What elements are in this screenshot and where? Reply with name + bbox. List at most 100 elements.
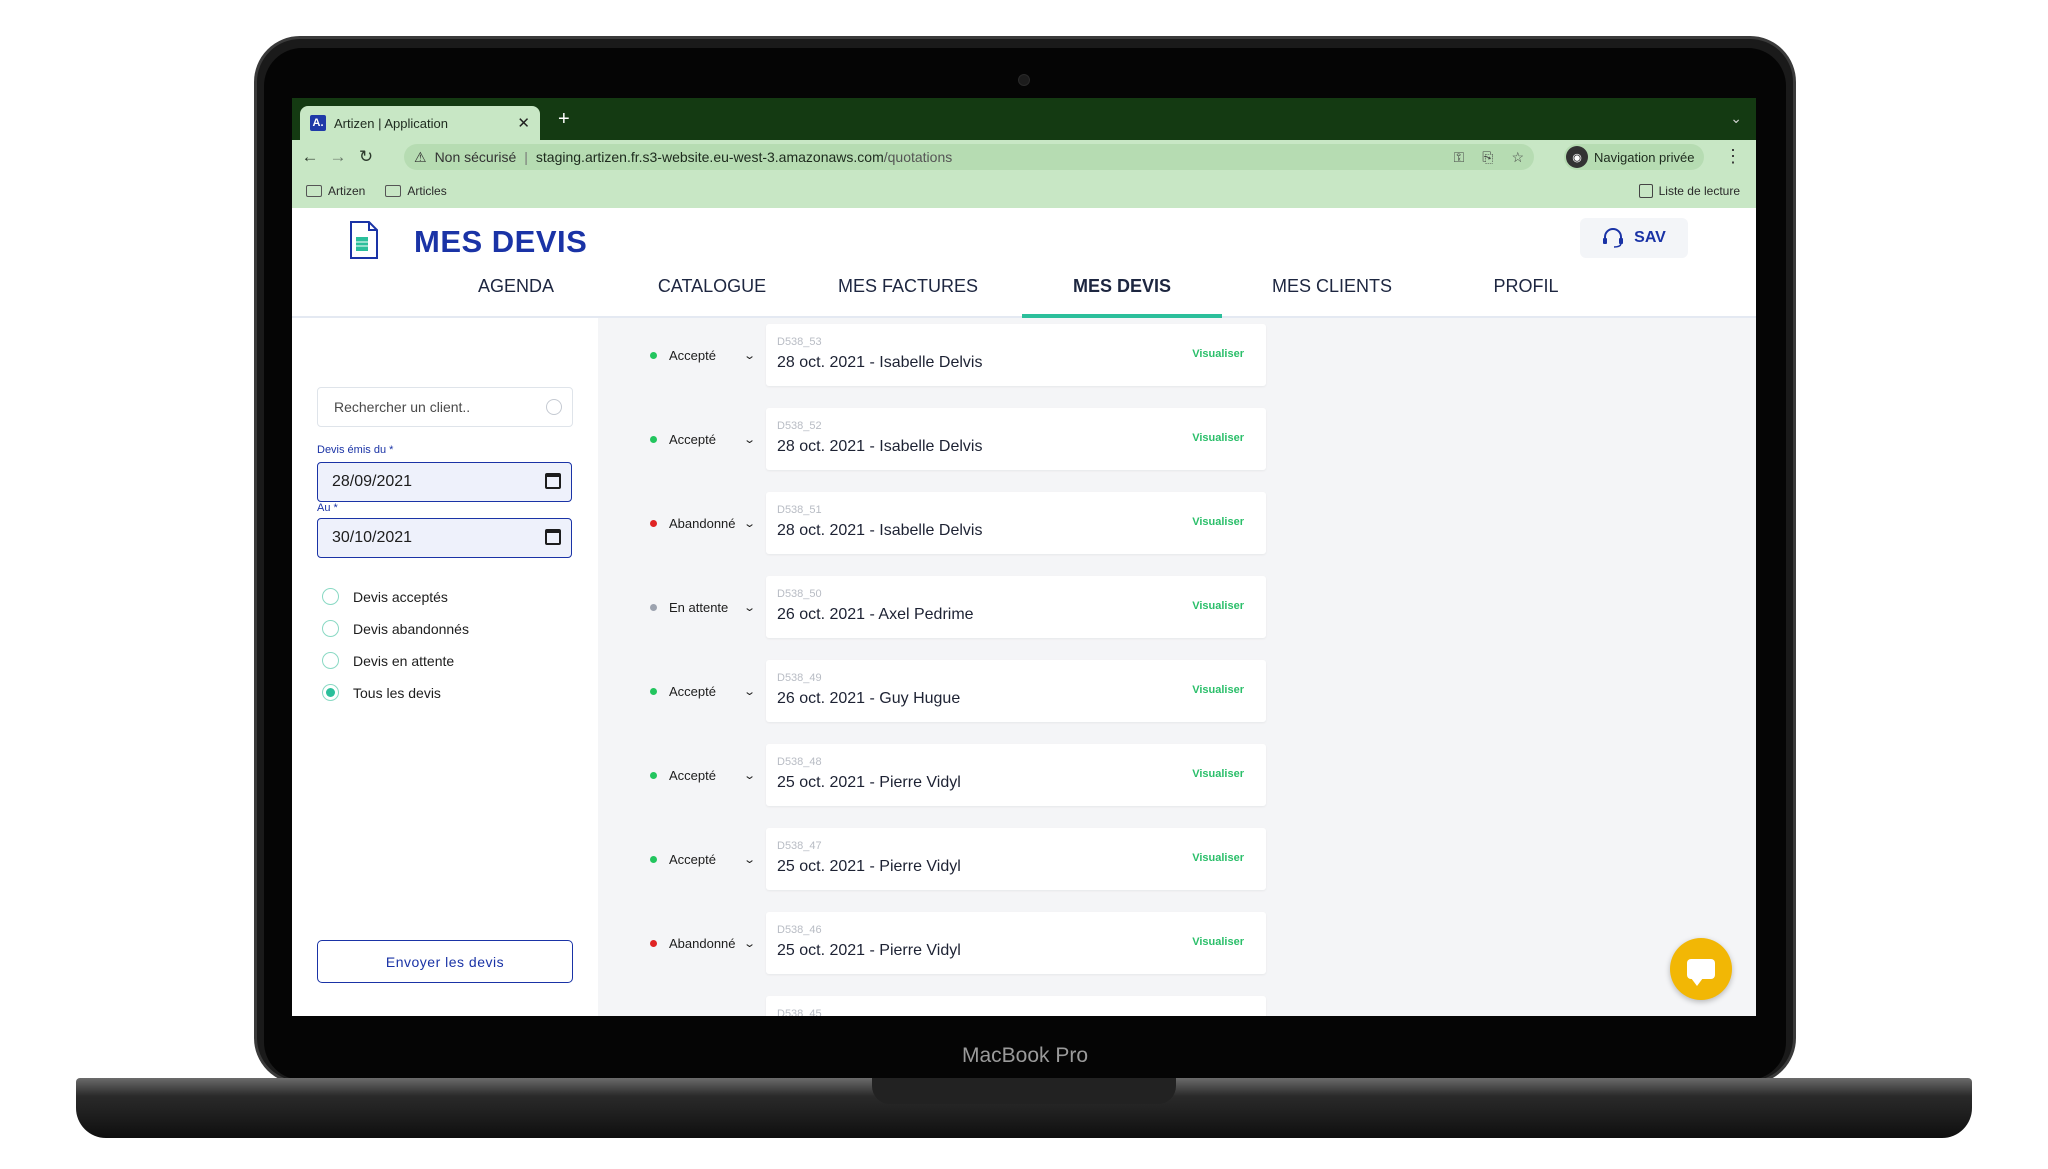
- view-link[interactable]: Visualiser: [1192, 852, 1244, 864]
- calendar-icon[interactable]: [545, 473, 561, 489]
- quote-ref: D538_47: [777, 840, 822, 852]
- quote-card[interactable]: D538_51 28 oct. 2021 - Isabelle Delvis Vis…: [766, 492, 1266, 554]
- quote-title: 26 oct. 2021 - Axel Pedrime: [777, 606, 974, 623]
- quote-row: Accepté ⌄ D538_52 28 oct. 2021 - Isabelle …: [598, 408, 1756, 470]
- quote-ref: D538_49: [777, 672, 822, 684]
- main-nav: AGENDA CATALOGUE MES FACTURES MES DEVIS …: [432, 254, 1592, 318]
- chat-icon: [1687, 959, 1715, 986]
- send-quotes-button[interactable]: Envoyer les devis: [317, 940, 573, 983]
- quote-title: 25 oct. 2021 - Pierre Vidyl: [777, 774, 961, 791]
- sav-label: SAV: [1634, 229, 1666, 246]
- browser-tab[interactable]: A. Artizen | Application ✕: [300, 106, 540, 140]
- browser-toolbar: ← → ↻ ⚠ Non sécurisé | staging.artizen.f…: [292, 140, 1756, 174]
- status-label: Abandonné: [669, 516, 735, 531]
- status-select[interactable]: Accepté ⌄: [650, 348, 756, 363]
- address-bar[interactable]: ⚠ Non sécurisé | staging.artizen.fr.s3-w…: [404, 144, 1534, 170]
- calendar-icon[interactable]: [545, 529, 561, 545]
- translate-icon[interactable]: ⎘: [1482, 149, 1493, 166]
- client-search-input[interactable]: Rechercher un client..: [317, 387, 573, 427]
- reading-list-icon: [1638, 184, 1653, 198]
- quote-row: Abandonné ⌄ D538_51 28 oct. 2021 - Isabell…: [598, 492, 1756, 554]
- status-dot: [650, 604, 657, 611]
- quote-ref: D538_52: [777, 420, 822, 432]
- radio-circle: [322, 652, 339, 669]
- quote-card[interactable]: D538_49 26 oct. 2021 - Guy Hugue Visualise…: [766, 660, 1266, 722]
- tab-agenda[interactable]: AGENDA: [432, 254, 600, 318]
- status-dot: [650, 772, 657, 779]
- quote-row: En attente ⌄ D538_50 26 oct. 2021 - Axel P…: [598, 576, 1756, 638]
- status-label: Accepté: [669, 684, 716, 699]
- quote-row: Accepté ⌄ D538_53 28 oct. 2021 - Isabelle …: [598, 324, 1756, 386]
- status-select[interactable]: Accepté ⌄: [650, 684, 756, 699]
- status-select[interactable]: Abandonné ⌄: [650, 936, 756, 951]
- quote-card[interactable]: D538_48 25 oct. 2021 - Pierre Vidyl Visual…: [766, 744, 1266, 806]
- radio-pending[interactable]: Devis en attente: [322, 652, 454, 669]
- search-placeholder: Rechercher un client..: [334, 399, 471, 415]
- radio-all[interactable]: Tous les devis: [322, 684, 441, 701]
- quote-title: 28 oct. 2021 - Isabelle Delvis: [777, 522, 983, 539]
- radio-label: Devis en attente: [353, 652, 455, 669]
- new-tab-icon[interactable]: +: [558, 108, 570, 131]
- from-date-field[interactable]: 28/09/2021: [317, 462, 572, 502]
- status-label: Accepté: [669, 768, 716, 783]
- status-dot: [650, 520, 657, 527]
- chevron-down-icon: ⌄: [742, 938, 756, 950]
- quote-card[interactable]: D538_53 28 oct. 2021 - Isabelle Delvis Vis…: [766, 324, 1266, 386]
- star-icon[interactable]: ☆: [1511, 149, 1524, 166]
- quote-card[interactable]: D538_46 25 oct. 2021 - Pierre Vidyl Visual…: [766, 912, 1266, 974]
- view-link[interactable]: Visualiser: [1192, 936, 1244, 948]
- tab-mes-clients[interactable]: MES CLIENTS: [1248, 254, 1416, 318]
- tab-search-icon[interactable]: ⌄: [1730, 110, 1742, 127]
- quote-ref: D538_51: [777, 504, 822, 516]
- laptop-notch: [872, 1078, 1176, 1104]
- chevron-down-icon: ⌄: [742, 770, 756, 782]
- back-icon[interactable]: ←: [296, 147, 324, 167]
- status-select[interactable]: Accepté ⌄: [650, 432, 756, 447]
- view-link[interactable]: Visualiser: [1192, 432, 1244, 444]
- bookmark-artizen[interactable]: Artizen: [306, 184, 365, 198]
- view-link[interactable]: Visualiser: [1192, 348, 1244, 360]
- quote-card[interactable]: D538_47 25 oct. 2021 - Pierre Vidyl Visual…: [766, 828, 1266, 890]
- quote-title: 26 oct. 2021 - Guy Hugue: [777, 690, 961, 707]
- profile-button[interactable]: ◉ Navigation privée: [1564, 144, 1705, 170]
- view-link[interactable]: Visualiser: [1192, 768, 1244, 780]
- radio-accepted[interactable]: Devis acceptés: [322, 588, 448, 605]
- status-label: Accepté: [669, 432, 716, 447]
- forward-icon[interactable]: →: [324, 147, 352, 167]
- security-label: Non sécurisé: [434, 149, 517, 165]
- status-dot: [650, 856, 657, 863]
- status-dot: [650, 436, 657, 443]
- view-link[interactable]: Visualiser: [1192, 516, 1244, 528]
- folder-icon: [306, 185, 322, 197]
- device-label: MacBook Pro: [961, 1044, 1089, 1067]
- favicon-icon: A.: [310, 115, 326, 131]
- quote-card[interactable]: D538_50 26 oct. 2021 - Axel Pedrime Visual…: [766, 576, 1266, 638]
- tab-mes-factures[interactable]: MES FACTURES: [824, 254, 992, 318]
- url-path: /quotations: [883, 149, 953, 165]
- filters-sidebar: Rechercher un client.. Devis émis du * 2…: [292, 318, 598, 1016]
- close-tab-icon[interactable]: ✕: [517, 114, 530, 132]
- menu-icon[interactable]: ⋮: [1724, 146, 1742, 167]
- status-select[interactable]: Accepté ⌄: [650, 768, 756, 783]
- reload-icon[interactable]: ↻: [352, 147, 380, 167]
- tab-catalogue[interactable]: CATALOGUE: [628, 254, 796, 318]
- bookmark-articles[interactable]: Articles: [385, 184, 447, 198]
- tab-mes-devis[interactable]: MES DEVIS: [1022, 254, 1222, 318]
- radio-label: Devis acceptés: [353, 588, 448, 605]
- status-select[interactable]: En attente ⌄: [650, 600, 756, 615]
- to-date-field[interactable]: 30/10/2021: [317, 518, 572, 558]
- radio-abandoned[interactable]: Devis abandonnés: [322, 620, 469, 637]
- tab-profil[interactable]: PROFIL: [1442, 254, 1610, 318]
- quote-card[interactable]: D538_52 28 oct. 2021 - Isabelle Delvis Vis…: [766, 408, 1266, 470]
- reading-list[interactable]: Liste de lecture: [1638, 174, 1740, 208]
- status-select[interactable]: Accepté ⌄: [650, 852, 756, 867]
- quote-row: Accepté ⌄ D538_48 25 oct. 2021 - Pierre Vi…: [598, 744, 1756, 806]
- app-header: MES DEVIS SAV AGENDA CATALOGUE MES FACTU…: [292, 208, 1756, 318]
- chat-button[interactable]: [1670, 938, 1732, 1000]
- status-select[interactable]: Abandonné ⌄: [650, 516, 756, 531]
- view-link[interactable]: Visualiser: [1192, 684, 1244, 696]
- view-link[interactable]: Visualiser: [1192, 600, 1244, 612]
- sav-button[interactable]: SAV: [1580, 218, 1688, 258]
- quote-card[interactable]: D538_45: [766, 996, 1266, 1016]
- key-icon[interactable]: ⚿: [1454, 149, 1465, 166]
